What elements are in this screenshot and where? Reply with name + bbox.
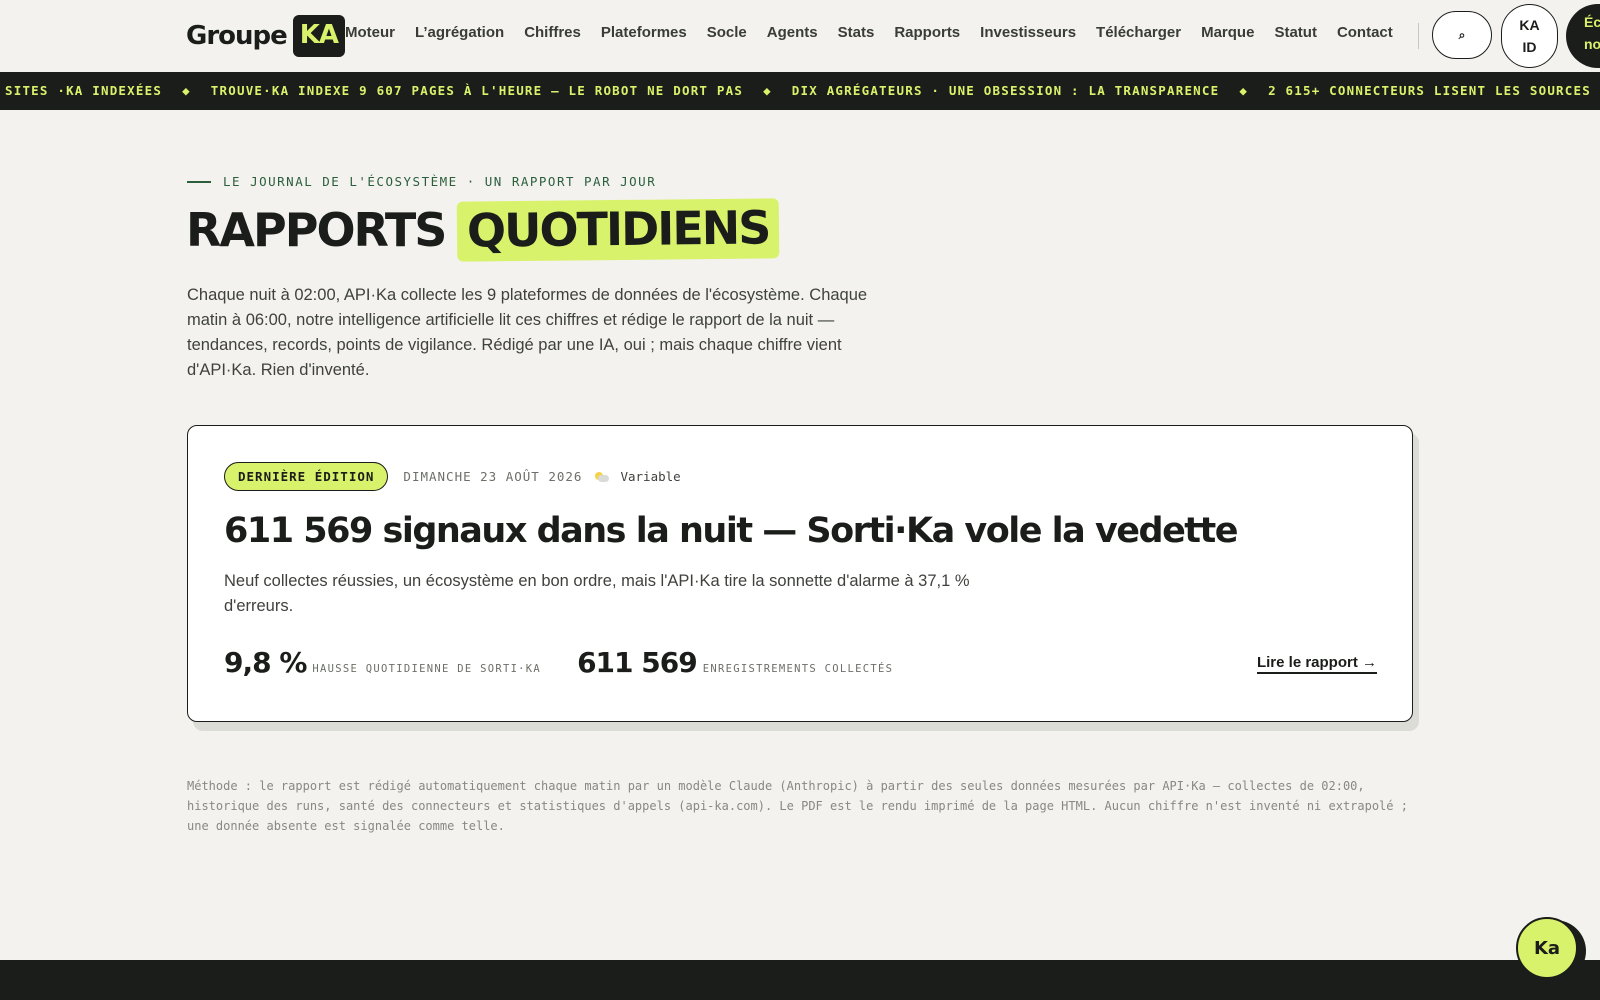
nav-link-stats[interactable]: Stats [838, 24, 875, 41]
ticker-separator-icon: ◆ [763, 83, 772, 98]
nav-link-investisseurs[interactable]: Investisseurs [980, 24, 1076, 41]
ka-id-button[interactable]: KA ID [1501, 4, 1558, 68]
stat-daily-growth: 9,8 % HAUSSE QUOTIDIENNE DE SORTI·KA [224, 646, 541, 679]
sun-behind-cloud-icon [595, 471, 610, 482]
report-date: DIMANCHE 23 AOÛT 2026 [403, 469, 583, 484]
ka-id-label-line1: KA [1519, 16, 1540, 33]
page-title-plain: RAPPORTS [186, 203, 447, 257]
search-icon: ⌕ [1458, 27, 1466, 42]
ticker-item: DIX AGRÉGATEURS · UNE OBSESSION : LA TRA… [791, 83, 1220, 98]
news-ticker: SITES ·KA INDEXÉES ◆ TROUVE·KA INDEXE 9 … [0, 72, 1600, 110]
ka-assistant-button[interactable]: Ka [1516, 917, 1578, 979]
section-eyebrow: LE JOURNAL DE L'ÉCOSYSTÈME · UN RAPPORT … [187, 174, 656, 189]
eyebrow-rule [187, 180, 211, 183]
method-note: Méthode : le rapport est rédigé automati… [187, 779, 1408, 833]
nav-link-telecharger[interactable]: Télécharger [1096, 24, 1181, 41]
ecosystem-label-line1: Éco [1584, 14, 1600, 30]
ticker-separator-icon: ◆ [1239, 83, 1249, 98]
nav-link-statut[interactable]: Statut [1274, 24, 1317, 41]
ecosystem-label-line2: no [1584, 36, 1600, 53]
nav-link-agregation[interactable]: L’agrégation [415, 24, 504, 41]
nav-link-plateformes[interactable]: Plateformes [601, 24, 687, 41]
ecosystem-button[interactable]: Éco no [1566, 4, 1600, 68]
ticker-track: SITES ·KA INDEXÉES ◆ TROUVE·KA INDEXE 9 … [5, 83, 1591, 98]
page-title-highlight: QUOTIDIENS [457, 198, 781, 262]
intro-paragraph: Chaque nuit à 02:00, API·Ka collecte les… [187, 286, 868, 379]
nav-link-contact[interactable]: Contact [1337, 24, 1393, 41]
nav-link-moteur[interactable]: Moteur [345, 24, 395, 41]
nav-link-chiffres[interactable]: Chiffres [524, 24, 581, 41]
stat-value: 611 569 [577, 646, 698, 679]
report-meta: DERNIÈRE ÉDITION DIMANCHE 23 AOÛT 2026 V… [224, 462, 681, 491]
ticker-item: TROUVE·KA INDEXE 9 607 PAGES À L'HEURE —… [210, 83, 744, 98]
main-nav: Moteur L’agrégation Chiffres Plateformes… [345, 24, 1413, 41]
report-weather: Variable [620, 469, 681, 484]
ticker-separator-icon: ◆ [182, 83, 191, 98]
logo[interactable]: Groupe KA [186, 12, 346, 60]
stat-value: 9,8 % [224, 646, 307, 679]
logo-text: Groupe [186, 21, 288, 51]
nav-divider [1418, 23, 1419, 49]
report-stats: 9,8 % HAUSSE QUOTIDIENNE DE SORTI·KA 611… [224, 646, 929, 679]
nav-link-agents[interactable]: Agents [767, 24, 818, 41]
logo-badge: KA [292, 15, 346, 57]
nav-link-socle[interactable]: Socle [707, 24, 747, 41]
ka-id-label-line2: ID [1522, 39, 1537, 55]
footer-bar [0, 960, 1600, 1000]
latest-edition-badge: DERNIÈRE ÉDITION [224, 462, 389, 491]
stat-records-collected: 611 569 ENREGISTREMENTS COLLECTÉS [577, 646, 893, 679]
page-title: RAPPORTS QUOTIDIENS [186, 198, 781, 262]
report-summary: Neuf collectes réussies, un écosystème e… [224, 572, 970, 615]
stat-label: ENREGISTREMENTS COLLECTÉS [702, 663, 894, 675]
nav-link-rapports[interactable]: Rapports [894, 24, 960, 41]
ka-assistant-label: Ka [1533, 937, 1561, 959]
ticker-item: 2 615+ CONNECTEURS LISENT LES SOURCES [1268, 83, 1591, 98]
report-title[interactable]: 611 569 signaux dans la nuit — Sorti·Ka … [224, 511, 1239, 551]
site-header: Groupe KA Moteur L’agrégation Chiffres P… [0, 0, 1600, 72]
latest-report-card[interactable]: DERNIÈRE ÉDITION DIMANCHE 23 AOÛT 2026 V… [187, 425, 1413, 722]
nav-link-marque[interactable]: Marque [1201, 24, 1254, 41]
search-button[interactable]: ⌕ [1432, 11, 1492, 59]
ticker-item: SITES ·KA INDEXÉES [5, 83, 163, 98]
read-report-link[interactable]: Lire le rapport → [1256, 654, 1377, 674]
eyebrow-text: LE JOURNAL DE L'ÉCOSYSTÈME · UN RAPPORT … [223, 174, 657, 189]
stat-label: HAUSSE QUOTIDIENNE DE SORTI·KA [312, 663, 542, 675]
